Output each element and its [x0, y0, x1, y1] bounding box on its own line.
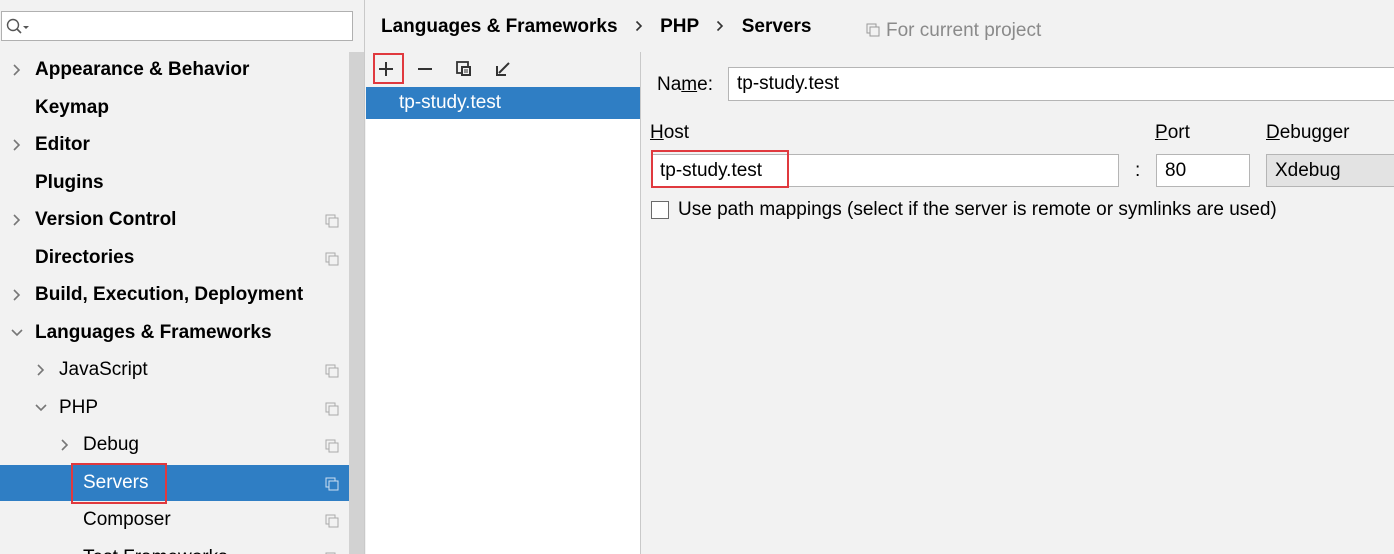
- path-mappings-checkbox[interactable]: [651, 201, 669, 219]
- copy-server-button[interactable]: [450, 55, 478, 83]
- chevron-right-icon[interactable]: [10, 138, 24, 152]
- sidebar-item-label: Appearance & Behavior: [35, 59, 250, 80]
- host-field[interactable]: [651, 154, 1119, 187]
- name-label: Name:: [657, 74, 713, 95]
- sidebar-item-php[interactable]: PHP: [0, 390, 349, 426]
- port-field[interactable]: [1156, 154, 1250, 187]
- host-port-separator: :: [1135, 160, 1141, 181]
- add-server-button[interactable]: [372, 55, 400, 83]
- project-scope-icon: [325, 514, 339, 528]
- chevron-down-icon[interactable]: [34, 401, 48, 415]
- settings-search-input[interactable]: [32, 15, 352, 39]
- settings-search-box[interactable]: [1, 11, 353, 41]
- list-divider: [640, 52, 641, 554]
- breadcrumb-item-php: PHP: [660, 16, 700, 37]
- chevron-right-icon[interactable]: [34, 363, 48, 377]
- remove-server-button[interactable]: [411, 55, 439, 83]
- breadcrumb: Languages & Frameworks PHP Servers: [381, 16, 811, 40]
- sidebar-item-label: JavaScript: [59, 359, 148, 380]
- sidebar-item-label: Languages & Frameworks: [35, 322, 272, 343]
- sidebar-item-servers[interactable]: Servers: [0, 465, 364, 501]
- project-scope-icon: [325, 439, 339, 453]
- sidebar-item-label: Debug: [83, 434, 139, 455]
- sidebar-item-appearance-behavior[interactable]: Appearance & Behavior: [0, 52, 349, 88]
- sidebar-item-test-frameworks[interactable]: Test Frameworks: [0, 540, 349, 554]
- name-field[interactable]: [728, 67, 1394, 101]
- project-scope-icon: [325, 214, 339, 228]
- chevron-right-icon[interactable]: [58, 438, 72, 452]
- sidebar-item-plugins[interactable]: Plugins: [0, 165, 349, 201]
- sidebar-item-label: Plugins: [35, 172, 104, 193]
- project-scope-icon: [325, 477, 339, 491]
- project-scope-icon: [325, 252, 339, 266]
- project-scope-icon: [325, 402, 339, 416]
- sidebar-item-label: Servers: [83, 472, 149, 493]
- sidebar-item-javascript[interactable]: JavaScript: [0, 352, 349, 388]
- sidebar-item-label: Build, Execution, Deployment: [35, 284, 304, 305]
- settings-sidebar: Appearance & Behavior Keymap Editor Plugins…: [0, 0, 364, 554]
- sidebar-item-editor[interactable]: Editor: [0, 127, 349, 163]
- sidebar-item-languages-frameworks[interactable]: Languages & Frameworks: [0, 315, 349, 351]
- breadcrumb-item-languages-frameworks: Languages & Frameworks: [381, 16, 618, 37]
- sidebar-item-version-control[interactable]: Version Control: [0, 202, 349, 238]
- scope-note: For current project: [866, 20, 1041, 42]
- breadcrumb-item-servers: Servers: [741, 16, 812, 37]
- sidebar-item-composer[interactable]: Composer: [0, 502, 349, 538]
- scope-note-text: For current project: [886, 20, 1042, 41]
- chevron-right-icon[interactable]: [10, 288, 24, 302]
- port-label: Port: [1155, 122, 1190, 143]
- import-icon: [496, 62, 510, 76]
- sidebar-item-label: Version Control: [35, 209, 177, 230]
- path-mappings-label: Use path mappings (select if the server …: [678, 199, 1277, 220]
- chevron-right-icon: [635, 16, 643, 38]
- chevron-right-icon[interactable]: [10, 213, 24, 227]
- remove-icon: [418, 68, 432, 70]
- server-name-label: tp-study.test: [399, 92, 502, 113]
- sidebar-item-directories[interactable]: Directories: [0, 240, 349, 276]
- chevron-right-icon: [716, 16, 724, 38]
- project-scope-icon: [866, 23, 880, 37]
- sidebar-divider: [364, 0, 365, 554]
- copy-icon: [456, 61, 471, 76]
- chevron-right-icon[interactable]: [10, 63, 24, 77]
- search-icon: [6, 18, 29, 34]
- sidebar-item-label: Composer: [83, 509, 171, 530]
- debugger-label: Debugger: [1266, 122, 1350, 143]
- servers-list: tp-study.test: [366, 87, 640, 554]
- sidebar-scrollbar-thumb[interactable]: [349, 52, 364, 554]
- host-label: Host: [650, 122, 690, 143]
- sidebar-item-keymap[interactable]: Keymap: [0, 90, 349, 126]
- debugger-select[interactable]: Xdebug: [1266, 154, 1394, 187]
- sidebar-item-label: Test Frameworks: [83, 546, 228, 554]
- sidebar-item-build-execution-deployment[interactable]: Build, Execution, Deployment: [0, 277, 349, 313]
- debugger-selected-value: Xdebug: [1275, 160, 1341, 181]
- list-item[interactable]: tp-study.test: [366, 87, 640, 119]
- sidebar-item-debug[interactable]: Debug: [0, 427, 349, 463]
- sidebar-item-label: Editor: [35, 134, 90, 155]
- import-server-button[interactable]: [489, 55, 517, 83]
- project-scope-icon: [325, 364, 339, 378]
- sidebar-item-label: Directories: [35, 247, 135, 268]
- sidebar-item-label: Keymap: [35, 97, 109, 118]
- sidebar-item-label: PHP: [59, 397, 99, 418]
- add-icon: [379, 62, 393, 76]
- chevron-down-icon[interactable]: [10, 326, 24, 340]
